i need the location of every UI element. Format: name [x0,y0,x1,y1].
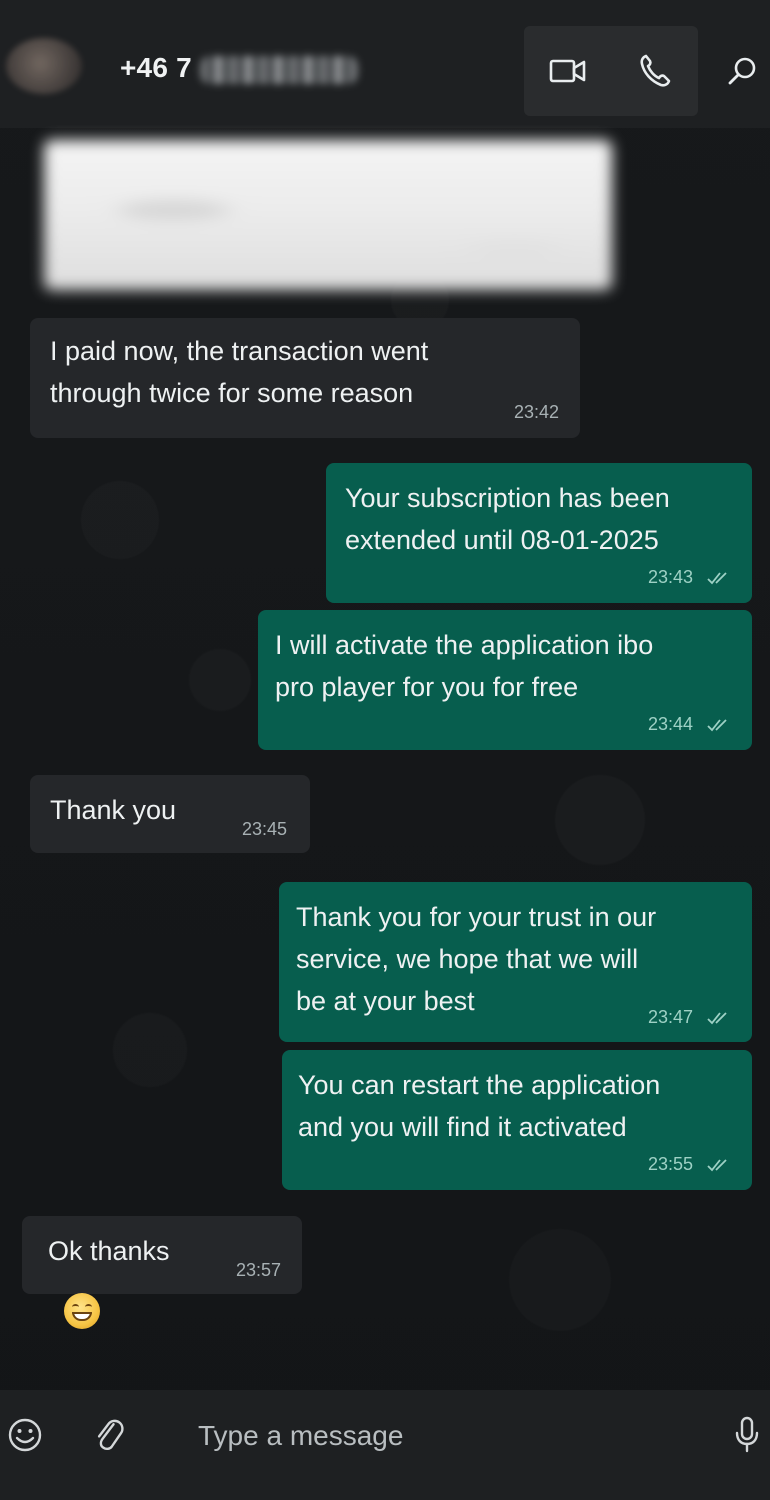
outgoing-message[interactable]: Thank you for your trust in our service,… [279,882,752,1042]
chat-window: +46 7 I paid now, the transaction went t… [0,0,770,1500]
message-input[interactable] [180,1410,700,1462]
outgoing-message[interactable]: You can restart the application and you … [282,1050,752,1190]
redacted-number [200,56,358,84]
message-time: 23:43 [648,567,694,587]
read-receipt-icon [707,1012,727,1025]
incoming-message[interactable]: Ok thanks 23:57 [22,1216,302,1294]
search-button[interactable] [716,26,770,116]
message-text: Your subscription has been extended unti… [345,483,670,555]
message-text: Thank you [50,795,177,825]
message-time: 23:42 [514,402,560,422]
video-call-icon [549,59,585,83]
message-time: 23:47 [648,1007,694,1027]
message-text: Thank you for your trust in our service,… [296,902,657,1016]
message-time: 23:45 [242,819,288,839]
video-call-button[interactable] [524,26,611,116]
emoji-button[interactable] [0,1410,50,1460]
read-receipt-icon [707,719,727,732]
outgoing-message[interactable]: Your subscription has been extended unti… [326,463,752,603]
incoming-message[interactable]: I paid now, the transaction went through… [30,318,580,438]
outgoing-message[interactable]: I will activate the application ibo pro … [258,610,752,750]
message-text: Ok thanks [48,1236,170,1266]
voice-call-button[interactable] [611,26,698,116]
attach-button[interactable] [84,1410,134,1460]
attach-icon [97,1419,124,1451]
voice-message-button[interactable] [722,1410,770,1460]
chat-header: +46 7 [0,0,770,128]
contact-avatar[interactable] [6,38,82,94]
message-text: You can restart the application and you … [298,1070,661,1142]
message-text: I will activate the application ibo pro … [275,630,654,702]
call-button-group [524,26,698,116]
emoji-icon [8,1418,42,1452]
redacted-image-message[interactable] [44,140,612,290]
contact-name[interactable]: +46 7 [120,52,192,84]
search-icon [728,57,756,85]
grinning-face-emoji-icon [64,1293,100,1329]
voice-call-icon [639,54,670,87]
message-composer [0,1390,770,1500]
microphone-icon [735,1416,759,1453]
message-text: I paid now, the transaction went through… [50,336,429,408]
incoming-message[interactable]: Thank you 23:45 [30,775,310,853]
message-time: 23:44 [648,714,694,734]
read-receipt-icon [707,572,727,585]
message-time: 23:57 [236,1260,282,1280]
read-receipt-icon [707,1159,727,1172]
message-time: 23:55 [648,1154,694,1174]
